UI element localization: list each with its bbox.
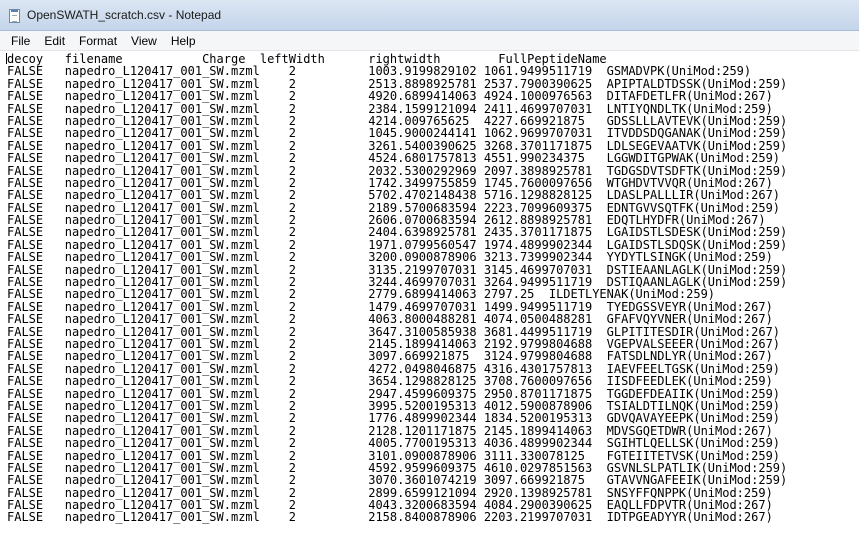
menu-edit[interactable]: Edit bbox=[37, 32, 72, 50]
window-title: OpenSWATH_scratch.csv - Notepad bbox=[27, 8, 222, 22]
text-line: FALSE napedro_L120417_001_SW.mzml 2 5702… bbox=[7, 188, 781, 203]
text-line: FALSE napedro_L120417_001_SW.mzml 2 3654… bbox=[7, 374, 773, 389]
menu-bar: File Edit Format View Help bbox=[0, 31, 859, 51]
text-content: decoy filename Charge leftWidth rightwid… bbox=[6, 53, 788, 525]
text-line: FALSE napedro_L120417_001_SW.mzml 2 2404… bbox=[7, 225, 788, 240]
menu-file[interactable]: File bbox=[0, 32, 37, 50]
text-line: FALSE napedro_L120417_001_SW.mzml 2 2158… bbox=[7, 510, 773, 525]
text-line: FALSE napedro_L120417_001_SW.mzml 2 1045… bbox=[7, 126, 788, 141]
text-line: FALSE napedro_L120417_001_SW.mzml 2 1776… bbox=[7, 411, 781, 426]
text-caret bbox=[6, 53, 7, 64]
text-line: FALSE napedro_L120417_001_SW.mzml 2 3200… bbox=[7, 250, 773, 265]
title-bar: OpenSWATH_scratch.csv - Notepad bbox=[0, 0, 859, 31]
text-editor[interactable]: decoy filename Charge leftWidth rightwid… bbox=[0, 51, 859, 548]
text-line: FALSE napedro_L120417_001_SW.mzml 2 3070… bbox=[7, 473, 788, 488]
menu-view[interactable]: View bbox=[124, 32, 164, 50]
text-line: FALSE napedro_L120417_001_SW.mzml 2 4063… bbox=[7, 312, 773, 327]
text-line: FALSE napedro_L120417_001_SW.mzml 2 4920… bbox=[7, 89, 773, 104]
text-line: FALSE napedro_L120417_001_SW.mzml 2 4524… bbox=[7, 151, 781, 166]
menu-help[interactable]: Help bbox=[164, 32, 203, 50]
text-line: FALSE napedro_L120417_001_SW.mzml 2 1003… bbox=[7, 64, 752, 79]
text-line: FALSE napedro_L120417_001_SW.mzml 2 2779… bbox=[7, 287, 716, 302]
menu-format[interactable]: Format bbox=[72, 32, 124, 50]
text-line: FALSE napedro_L120417_001_SW.mzml 2 3097… bbox=[7, 349, 773, 364]
notepad-icon bbox=[9, 9, 20, 23]
text-line: FALSE napedro_L120417_001_SW.mzml 2 4005… bbox=[7, 436, 781, 451]
